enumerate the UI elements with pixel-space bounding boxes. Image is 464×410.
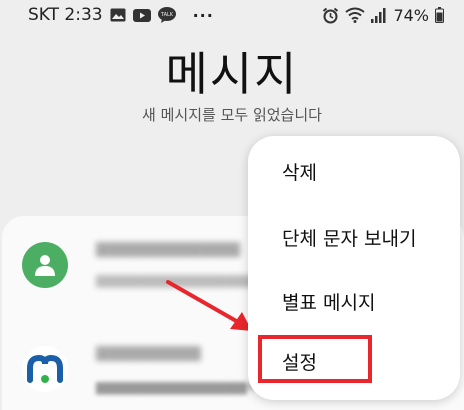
person-icon — [22, 242, 68, 288]
wifi-icon — [345, 7, 366, 23]
menu-item-delete[interactable]: 삭제 — [282, 158, 317, 185]
carrier-time: SKT 2:33 — [28, 5, 103, 25]
app-logo-icon — [22, 346, 68, 392]
more-notifications: ··· — [192, 5, 214, 25]
battery-percent: 74% — [393, 5, 429, 25]
annotation-arrow-icon — [166, 280, 252, 331]
image-icon — [110, 8, 126, 22]
conversation-name: ▆▆▆▆▆▆▆▆ — [96, 342, 201, 362]
menu-item-starred[interactable]: 별표 메시지 — [282, 288, 375, 315]
talk-icon: TALK — [157, 7, 176, 23]
battery-icon — [435, 7, 444, 23]
alarm-icon — [322, 7, 339, 24]
menu-item-group-message[interactable]: 단체 문자 보내기 — [282, 224, 416, 251]
status-bar: SKT 2:33 TALK ··· 74% — [0, 0, 464, 30]
conversation-name: ▆▆▆▆▆▆▆▆▆▆▆ — [96, 238, 240, 258]
youtube-icon — [132, 8, 151, 22]
page-title: 메시지 — [165, 47, 299, 101]
highlight-box — [258, 335, 372, 383]
svg-text:TALK: TALK — [160, 12, 174, 18]
page-subtitle: 새 메시지를 모두 읽었습니다 — [142, 106, 322, 124]
signal-icon — [371, 7, 387, 23]
